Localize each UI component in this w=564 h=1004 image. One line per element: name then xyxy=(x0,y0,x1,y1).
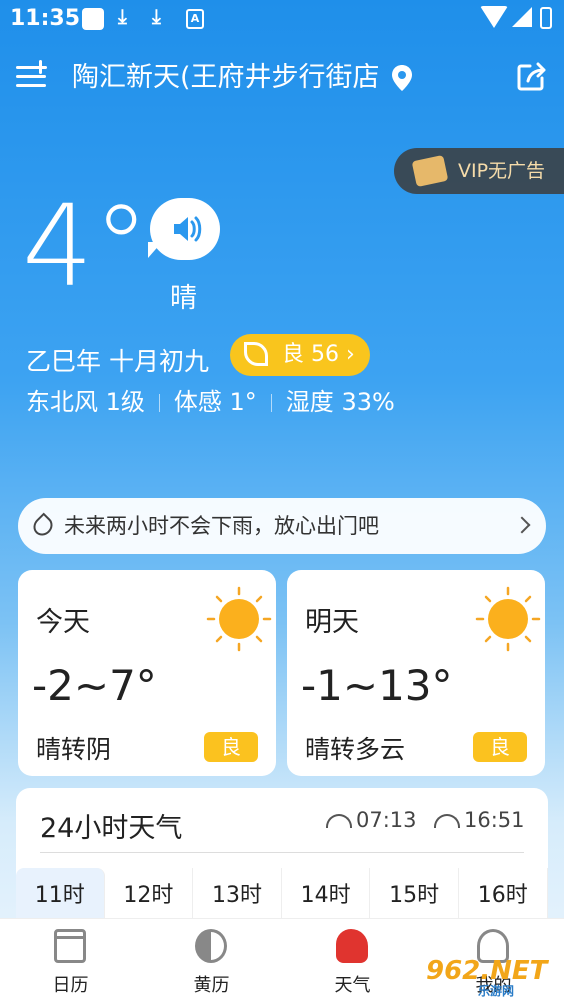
battery-icon xyxy=(540,7,552,29)
rain-forecast-text: 未来两小时不会下雨，放心出门吧 xyxy=(64,514,379,538)
aqi-badge: 良 xyxy=(473,732,527,762)
tab-label: 黄历 xyxy=(193,975,230,996)
weather-icon xyxy=(336,929,368,963)
day-label: 明天 xyxy=(305,607,359,638)
tab-label: 天气 xyxy=(334,975,371,996)
tab-almanac[interactable]: 黄历 xyxy=(141,919,282,1004)
divider xyxy=(270,394,272,412)
sunrise-icon xyxy=(326,814,352,828)
calendar-icon xyxy=(54,929,86,963)
sunset-icon xyxy=(434,814,460,828)
divider xyxy=(40,852,524,853)
share-icon[interactable] xyxy=(516,62,548,92)
download-icon: ⤓ xyxy=(118,4,127,28)
location-pin-icon[interactable] xyxy=(390,64,414,92)
vip-label: VIP无广告 xyxy=(458,160,546,182)
keyboard-icon: A xyxy=(186,9,204,29)
sunrise-time: 07:13 xyxy=(326,808,417,832)
signal-icon xyxy=(512,7,532,27)
sunrise-value: 07:13 xyxy=(356,808,417,832)
watermark-logo: 962.NET 乐游网 xyxy=(426,956,547,999)
temperature-range: -1~13° xyxy=(301,661,453,710)
tomorrow-forecast-card[interactable]: 明天 -1~13° 晴转多云 良 xyxy=(287,570,545,776)
sun-icon xyxy=(206,586,272,652)
day-condition: 晴转多云 xyxy=(305,735,406,764)
tab-label: 日历 xyxy=(52,975,89,996)
aqi-text: 良 56 › xyxy=(282,342,355,367)
sun-icon xyxy=(475,586,541,652)
hourly-title: 24小时天气 xyxy=(40,813,183,844)
wind-info: 东北风 1级 xyxy=(26,388,145,416)
location-title[interactable]: 陶汇新天(王府井步行街店 xyxy=(72,60,388,96)
aqi-badge: 良 xyxy=(204,732,258,762)
wifi-icon xyxy=(480,6,508,28)
tab-weather[interactable]: 天气 xyxy=(282,919,423,1004)
tab-calendar[interactable]: 日历 xyxy=(0,919,141,1004)
city-manage-icon[interactable] xyxy=(16,60,47,92)
temperature-range: -2~7° xyxy=(32,661,157,710)
status-time: 11:35 xyxy=(10,6,81,31)
weather-details: 东北风 1级 体感 1° 湿度 33% xyxy=(26,384,395,420)
yin-yang-icon xyxy=(195,929,227,963)
today-forecast-card[interactable]: 今天 -2~7° 晴转阴 良 xyxy=(18,570,276,776)
day-condition: 晴转阴 xyxy=(36,735,112,764)
sunset-value: 16:51 xyxy=(464,808,525,832)
current-condition: 晴 xyxy=(170,283,197,314)
notification-icon xyxy=(82,8,104,30)
voice-broadcast-button[interactable] xyxy=(150,198,220,260)
sunset-time: 16:51 xyxy=(434,808,525,832)
feels-like-info: 体感 1° xyxy=(173,388,257,416)
humidity-info: 湿度 33% xyxy=(285,388,395,416)
current-temperature: 4° xyxy=(22,182,150,312)
day-label: 今天 xyxy=(36,607,90,638)
chevron-right-icon xyxy=(513,516,531,534)
download-icon: ⤓ xyxy=(152,4,161,28)
speaker-icon xyxy=(174,216,202,242)
divider xyxy=(158,394,160,412)
status-bar: 11:35 ⤓ ⤓ A xyxy=(0,0,564,40)
lunar-date: 乙巳年 十月初九 xyxy=(26,347,209,376)
